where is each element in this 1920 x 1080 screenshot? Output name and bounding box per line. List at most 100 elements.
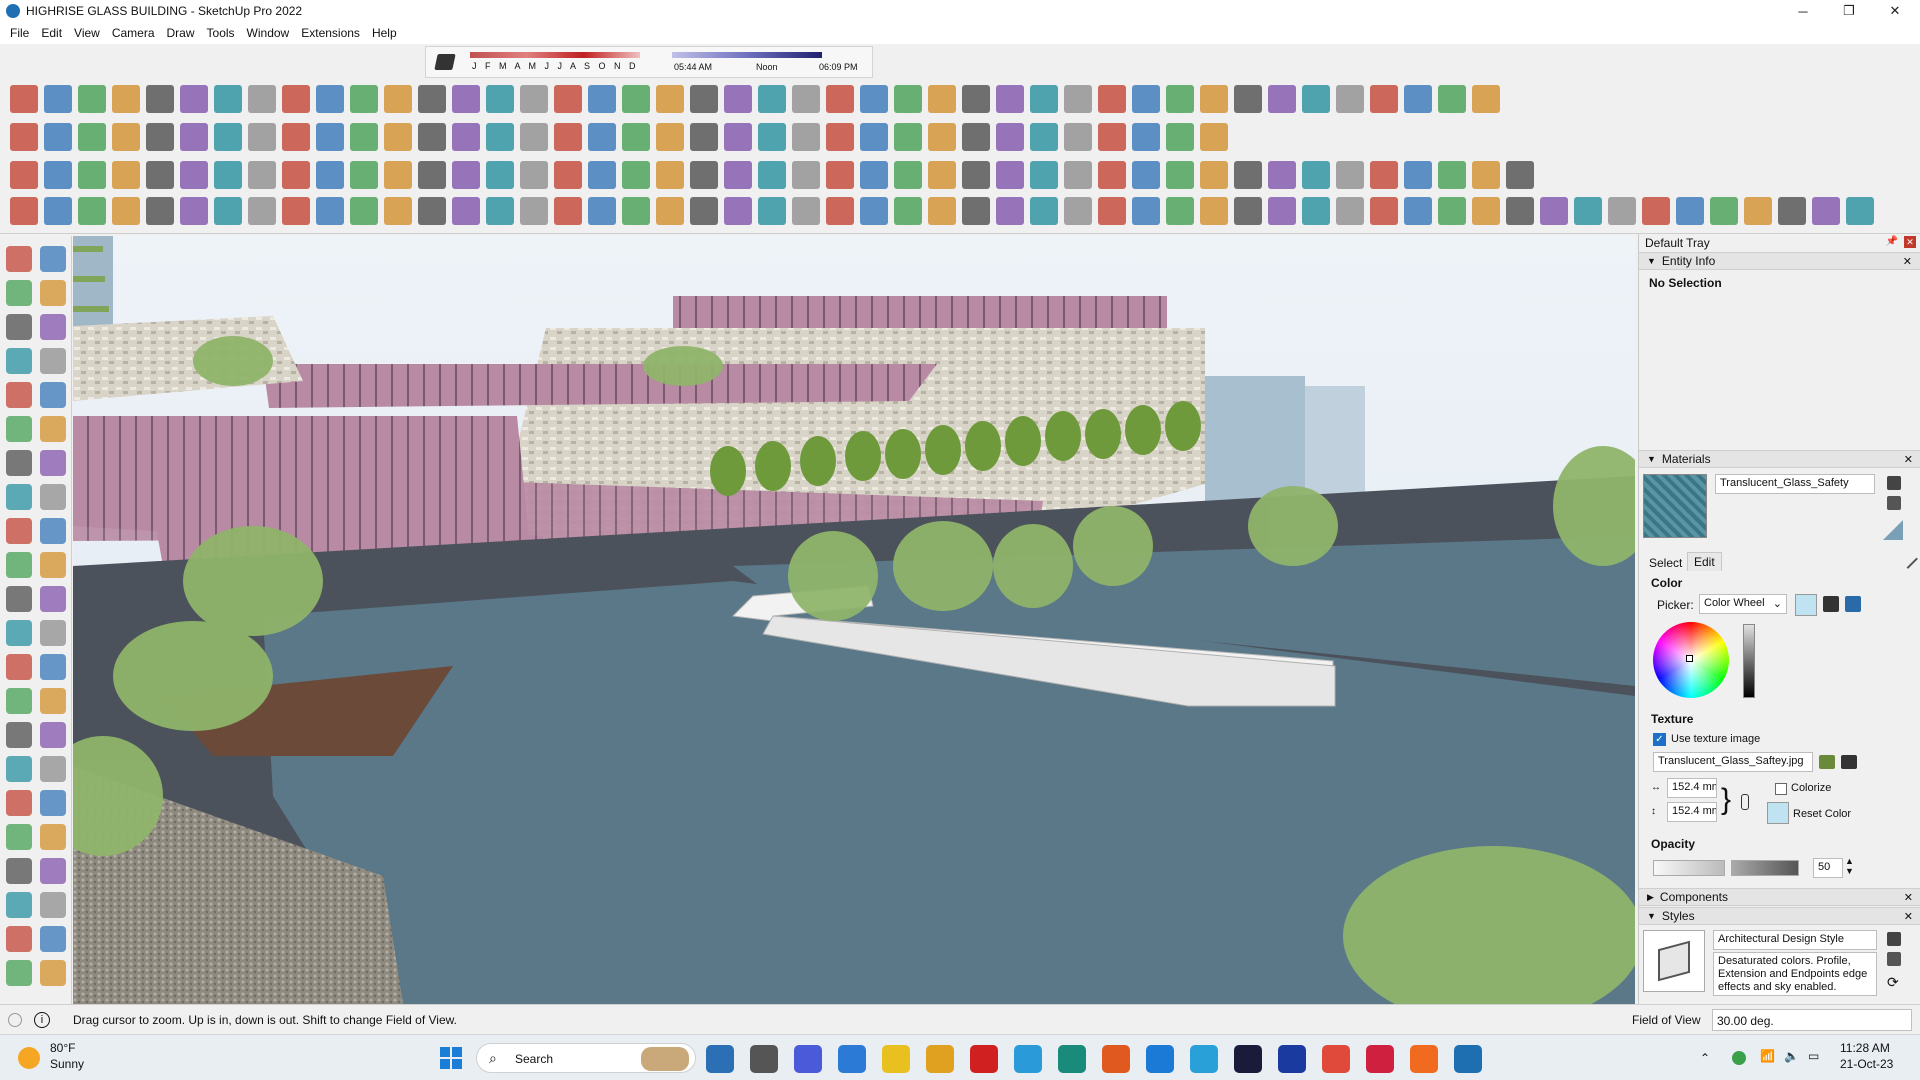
- toolbar-tool-icon[interactable]: [248, 161, 276, 189]
- menu-draw[interactable]: Draw: [161, 26, 201, 40]
- toolbar-tool-icon[interactable]: [78, 123, 106, 151]
- large-tool-icon[interactable]: [40, 790, 66, 816]
- toolbar-tool-icon[interactable]: [826, 85, 854, 113]
- toolbar-tool-icon[interactable]: [622, 197, 650, 225]
- large-tool-icon[interactable]: [6, 314, 32, 340]
- opacity-value-field[interactable]: 50: [1813, 858, 1843, 878]
- large-tool-icon[interactable]: [40, 926, 66, 952]
- toolbar-tool-icon[interactable]: [1676, 197, 1704, 225]
- colorize-checkbox[interactable]: [1775, 783, 1787, 795]
- large-tool-icon[interactable]: [40, 552, 66, 578]
- toolbar-tool-icon[interactable]: [1302, 197, 1330, 225]
- create-material-icon[interactable]: [1887, 496, 1901, 510]
- match-color-model-icon[interactable]: [1823, 596, 1839, 612]
- toolbar-tool-icon[interactable]: [894, 85, 922, 113]
- toolbar-tool-icon[interactable]: [860, 123, 888, 151]
- toolbar-tool-icon[interactable]: [78, 85, 106, 113]
- toolbar-tool-icon[interactable]: [1608, 197, 1636, 225]
- toolbar-tool-icon[interactable]: [1302, 161, 1330, 189]
- large-tool-icon[interactable]: [6, 756, 32, 782]
- toolbar-tool-icon[interactable]: [894, 161, 922, 189]
- toolbar-tool-icon[interactable]: [826, 123, 854, 151]
- toolbar-tool-icon[interactable]: [724, 161, 752, 189]
- toolbar-tool-icon[interactable]: [1268, 85, 1296, 113]
- toolbar-tool-icon[interactable]: [1710, 197, 1738, 225]
- large-tool-icon[interactable]: [6, 552, 32, 578]
- browse-folder-icon[interactable]: [1819, 755, 1835, 769]
- reset-color-swatch[interactable]: [1767, 802, 1789, 824]
- large-tool-icon[interactable]: [6, 790, 32, 816]
- toolbar-tool-icon[interactable]: [350, 123, 378, 151]
- toolbar-tool-icon[interactable]: [316, 123, 344, 151]
- toolbar-tool-icon[interactable]: [418, 161, 446, 189]
- toolbar-tool-icon[interactable]: [1812, 197, 1840, 225]
- toolbar-tool-icon[interactable]: [962, 85, 990, 113]
- large-tool-icon[interactable]: [40, 518, 66, 544]
- toolbar-tool-icon[interactable]: [452, 85, 480, 113]
- taskbar-app-icon[interactable]: [750, 1045, 778, 1073]
- sample-paint-icon[interactable]: [1883, 520, 1903, 540]
- toolbar-tool-icon[interactable]: [996, 161, 1024, 189]
- toolbar-tool-icon[interactable]: [1438, 161, 1466, 189]
- toolbar-tool-icon[interactable]: [962, 123, 990, 151]
- taskbar-app-icon[interactable]: [1190, 1045, 1218, 1073]
- entity-info-section-header[interactable]: ▼ Entity Info ✕: [1639, 252, 1920, 270]
- toolbar-tool-icon[interactable]: [758, 197, 786, 225]
- brightness-slider[interactable]: [1743, 624, 1755, 698]
- large-tool-icon[interactable]: [40, 314, 66, 340]
- toolbar-tool-icon[interactable]: [1506, 161, 1534, 189]
- toolbar-tool-icon[interactable]: [112, 161, 140, 189]
- toolbar-tool-icon[interactable]: [1268, 161, 1296, 189]
- toolbar-tool-icon[interactable]: [996, 85, 1024, 113]
- toolbar-tool-icon[interactable]: [690, 161, 718, 189]
- large-tool-icon[interactable]: [6, 960, 32, 986]
- toolbar-tool-icon[interactable]: [588, 161, 616, 189]
- toolbar-tool-icon[interactable]: [10, 161, 38, 189]
- toolbar-tool-icon[interactable]: [384, 161, 412, 189]
- toolbar-tool-icon[interactable]: [180, 85, 208, 113]
- toolbar-tool-icon[interactable]: [316, 197, 344, 225]
- toolbar-tool-icon[interactable]: [180, 161, 208, 189]
- toolbar-tool-icon[interactable]: [282, 85, 310, 113]
- large-tool-icon[interactable]: [40, 892, 66, 918]
- toolbar-tool-icon[interactable]: [724, 197, 752, 225]
- show-hidden-icons[interactable]: ⌃: [1700, 1051, 1710, 1065]
- style-name-field[interactable]: Architectural Design Style: [1713, 930, 1877, 950]
- toolbar-tool-icon[interactable]: [486, 197, 514, 225]
- battery-icon[interactable]: ▭: [1808, 1049, 1819, 1063]
- toolbar-tool-icon[interactable]: [44, 197, 72, 225]
- toolbar-tool-icon[interactable]: [1472, 161, 1500, 189]
- toolbar-tool-icon[interactable]: [860, 197, 888, 225]
- reset-color-label[interactable]: Reset Color: [1793, 808, 1851, 820]
- toolbar-tool-icon[interactable]: [1574, 197, 1602, 225]
- toolbar-tool-icon[interactable]: [350, 85, 378, 113]
- menu-extensions[interactable]: Extensions: [295, 26, 366, 40]
- taskbar-app-icon[interactable]: [1058, 1045, 1086, 1073]
- toolbar-tool-icon[interactable]: [452, 123, 480, 151]
- toolbar-tool-icon[interactable]: [44, 123, 72, 151]
- tray-close-icon[interactable]: ✕: [1904, 236, 1916, 248]
- toolbar-tool-icon[interactable]: [384, 85, 412, 113]
- large-tool-icon[interactable]: [6, 892, 32, 918]
- large-tool-icon[interactable]: [40, 960, 66, 986]
- toolbar-tool-icon[interactable]: [1778, 197, 1806, 225]
- opacity-slider-fill[interactable]: [1731, 860, 1799, 876]
- toolbar-tool-icon[interactable]: [928, 123, 956, 151]
- toolbar-tool-icon[interactable]: [792, 123, 820, 151]
- toolbar-tool-icon[interactable]: [1132, 85, 1160, 113]
- components-section-header[interactable]: ▶ Components ✕: [1639, 888, 1920, 906]
- toolbar-tool-icon[interactable]: [758, 123, 786, 151]
- toolbar-tool-icon[interactable]: [112, 85, 140, 113]
- clock-date[interactable]: 21-Oct-23: [1840, 1057, 1893, 1071]
- toolbar-tool-icon[interactable]: [1302, 85, 1330, 113]
- default-material-icon[interactable]: [1887, 476, 1901, 490]
- toolbar-tool-icon[interactable]: [486, 161, 514, 189]
- toolbar-tool-icon[interactable]: [1132, 123, 1160, 151]
- toolbar-tool-icon[interactable]: [962, 197, 990, 225]
- large-tool-icon[interactable]: [40, 858, 66, 884]
- toolbar-tool-icon[interactable]: [384, 123, 412, 151]
- match-color-screen-icon[interactable]: [1845, 596, 1861, 612]
- toolbar-tool-icon[interactable]: [860, 85, 888, 113]
- toolbar-tool-icon[interactable]: [452, 161, 480, 189]
- weather-desc[interactable]: Sunny: [50, 1057, 84, 1071]
